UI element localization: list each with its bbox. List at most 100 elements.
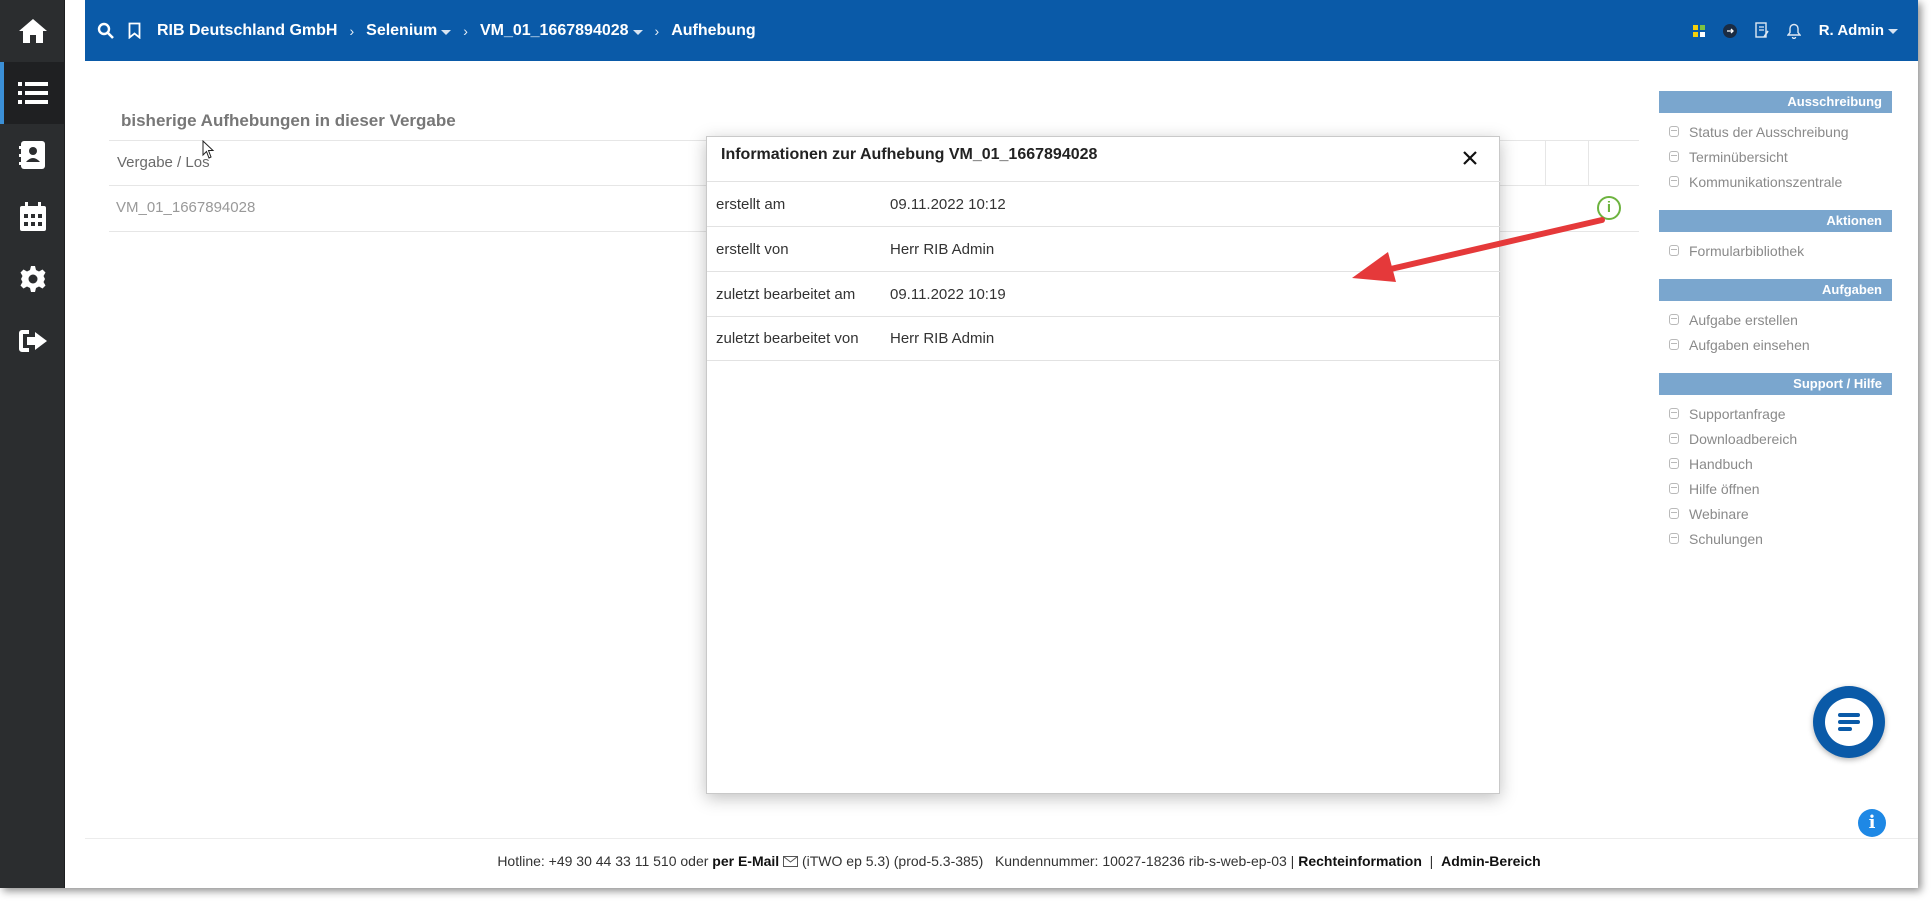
nav-rail <box>0 0 65 888</box>
side-item-formularbibliothek[interactable]: Formularbibliothek <box>1659 238 1892 263</box>
side-item-schulungen[interactable]: Schulungen <box>1659 526 1892 551</box>
contacts-icon <box>18 141 45 169</box>
search-icon[interactable] <box>97 22 114 39</box>
detail-value: 09.11.2022 10:19 <box>890 285 1006 303</box>
breadcrumb-company[interactable]: RIB Deutschland GmbH <box>157 22 337 40</box>
footer-customer: Kundennummer: 10027-18236 rib-s-web-ep-0… <box>994 853 1295 869</box>
detail-label: erstellt am <box>716 195 786 213</box>
side-item-aufgaben-einsehen[interactable]: Aufgaben einsehen <box>1659 332 1892 357</box>
chat-icon <box>1825 698 1873 746</box>
divider <box>1588 141 1589 186</box>
side-group-title: Support / Hilfe <box>1659 373 1892 395</box>
file-icon <box>1669 176 1679 187</box>
document-edit-icon[interactable] <box>1755 22 1769 39</box>
chevron-right-icon: › <box>463 22 468 39</box>
detail-row: zuletzt bearbeitet von Herr RIB Admin <box>707 316 1501 361</box>
side-group-title: Aktionen <box>1659 210 1892 232</box>
side-item-label: Terminübersicht <box>1689 148 1788 165</box>
side-item-termine[interactable]: Terminübersicht <box>1659 144 1892 169</box>
file-icon <box>1669 151 1679 162</box>
side-item-label: Kommunikationszentrale <box>1689 173 1843 190</box>
file-icon <box>1669 245 1679 256</box>
breadcrumb: RIB Deutschland GmbH › Selenium › VM_01_… <box>157 22 756 40</box>
file-icon <box>1669 483 1679 494</box>
chat-button[interactable] <box>1813 686 1885 758</box>
detail-label: zuletzt bearbeitet am <box>716 285 856 303</box>
file-icon <box>1669 508 1679 519</box>
chevron-down-icon <box>1888 29 1898 34</box>
side-item-label: Handbuch <box>1689 455 1753 472</box>
footer-version: (iTWO ep 5.3) (prod-5.3-385) <box>801 853 984 869</box>
side-item-downloadbereich[interactable]: Downloadbereich <box>1659 426 1892 451</box>
side-item-label: Formularbibliothek <box>1689 242 1805 259</box>
side-item-label: Schulungen <box>1689 530 1763 547</box>
transfer-icon[interactable] <box>1722 23 1737 38</box>
help-info-icon[interactable]: i <box>1858 809 1886 837</box>
table-row[interactable]: VM_01_1667894028 <box>116 199 255 216</box>
detail-value: Herr RIB Admin <box>890 330 995 347</box>
rail-logout[interactable] <box>0 310 65 372</box>
file-icon <box>1669 408 1679 419</box>
side-item-status[interactable]: Status der Ausschreibung <box>1659 119 1892 144</box>
rail-settings[interactable] <box>0 248 65 310</box>
side-item-webinare[interactable]: Webinare <box>1659 501 1892 526</box>
user-name: R. Admin <box>1818 22 1884 39</box>
dialog-title: Informationen zur Aufhebung VM_01_166789… <box>721 146 1098 163</box>
breadcrumb-vergabe-label: VM_01_1667894028 <box>479 21 629 39</box>
logout-icon <box>18 330 47 352</box>
detail-label: erstellt von <box>716 240 789 258</box>
side-group-ausschreibung: Ausschreibung Status der Ausschreibung T… <box>1659 91 1892 194</box>
chevron-down-icon <box>632 29 643 35</box>
side-item-hilfe[interactable]: Hilfe öffnen <box>1659 476 1892 501</box>
file-icon <box>1669 314 1679 325</box>
side-panel: Ausschreibung Status der Ausschreibung T… <box>1659 91 1892 567</box>
divider <box>85 838 1918 839</box>
cursor-icon <box>202 140 215 159</box>
file-icon <box>1669 533 1679 544</box>
side-item-label: Supportanfrage <box>1689 405 1786 422</box>
rail-contacts[interactable] <box>0 124 65 186</box>
side-group-title: Aufgaben <box>1659 279 1892 301</box>
side-item-aufgabe-erstellen[interactable]: Aufgabe erstellen <box>1659 307 1892 332</box>
detail-value: 09.11.2022 10:12 <box>890 195 1006 213</box>
footer-admin-link[interactable]: Admin-Bereich <box>1441 853 1541 869</box>
home-icon <box>18 19 47 43</box>
breadcrumb-project-label: Selenium <box>366 21 438 39</box>
rail-calendar[interactable] <box>0 186 65 248</box>
rail-home[interactable] <box>0 0 65 62</box>
user-menu[interactable]: R. Admin <box>1819 22 1898 39</box>
side-item-label: Downloadbereich <box>1689 430 1798 447</box>
mail-icon <box>783 856 799 867</box>
footer-legal-link[interactable]: Rechteinformation <box>1298 853 1422 869</box>
footer-email-link[interactable]: per E-Mail <box>712 853 779 869</box>
column-header-vergabe[interactable]: Vergabe / Los <box>117 154 210 171</box>
detail-label: zuletzt bearbeitet von <box>716 330 859 347</box>
side-item-handbuch[interactable]: Handbuch <box>1659 451 1892 476</box>
bell-icon[interactable] <box>1786 23 1801 39</box>
menu-dots-icon[interactable] <box>72 8 78 26</box>
side-item-supportanfrage[interactable]: Supportanfrage <box>1659 401 1892 426</box>
side-item-label: Webinare <box>1689 505 1749 522</box>
rail-list[interactable] <box>0 62 65 124</box>
side-group-title: Ausschreibung <box>1659 91 1892 113</box>
bookmark-icon[interactable] <box>128 22 141 39</box>
file-icon <box>1669 126 1679 137</box>
section-title: bisherige Aufhebungen in dieser Vergabe <box>121 111 456 130</box>
close-icon[interactable] <box>1459 147 1481 169</box>
chevron-down-icon <box>441 29 452 35</box>
divider <box>1545 141 1546 186</box>
annotation-arrow-icon <box>1352 217 1605 282</box>
footer: Hotline: +49 30 44 33 11 510 oder per E-… <box>0 853 1918 869</box>
settings-icon <box>20 266 45 292</box>
file-icon <box>1669 433 1679 444</box>
breadcrumb-project[interactable]: Selenium <box>366 21 452 40</box>
file-icon <box>1669 458 1679 469</box>
breadcrumb-vergabe[interactable]: VM_01_1667894028 <box>480 22 643 40</box>
footer-separator: | <box>1429 853 1434 869</box>
side-group-aufgaben: Aufgaben Aufgabe erstellen Aufgaben eins… <box>1659 279 1892 357</box>
side-item-label: Hilfe öffnen <box>1689 480 1760 497</box>
side-item-kommunikation[interactable]: Kommunikationszentrale <box>1659 169 1892 194</box>
apps-icon[interactable] <box>1692 24 1705 37</box>
side-item-label: Aufgaben einsehen <box>1689 336 1810 353</box>
top-bar: RIB Deutschland GmbH › Selenium › VM_01_… <box>85 0 1918 61</box>
